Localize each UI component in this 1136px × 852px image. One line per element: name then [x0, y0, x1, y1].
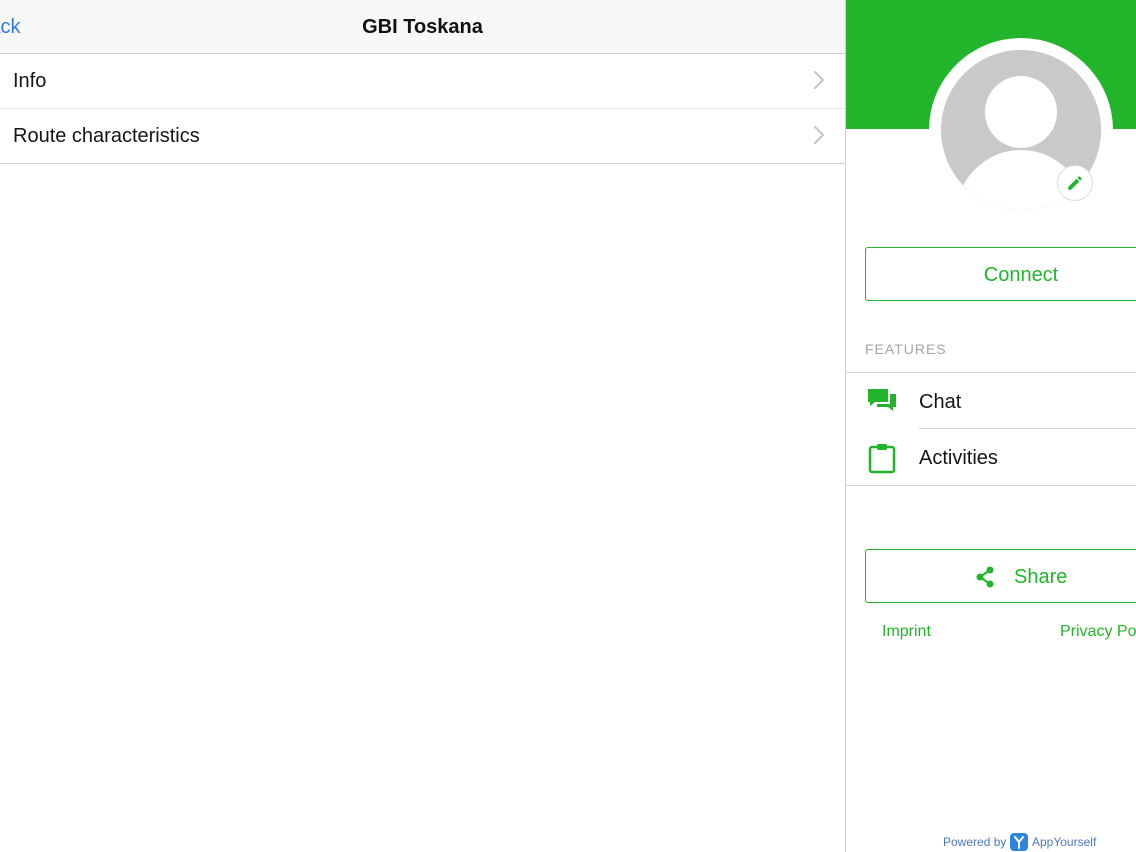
- features-section-header: FEATURES: [865, 341, 947, 357]
- appyourself-logo-icon: [1010, 833, 1028, 851]
- connect-label: Connect: [983, 264, 1059, 286]
- menu-item-label: Info: [13, 70, 47, 92]
- edit-avatar-button[interactable]: [1057, 165, 1093, 201]
- brand-name: AppYourself: [1032, 835, 1097, 849]
- pencil-icon: [1068, 176, 1082, 190]
- powered-by-text: Powered by: [943, 835, 1007, 849]
- profile-sidebar: Connect FEATURES Chat Activities Share I…: [846, 0, 1136, 852]
- clipboard-icon: [868, 444, 896, 474]
- navigation-bar: Back GBI Toskana: [0, 0, 845, 54]
- share-button[interactable]: Share: [865, 549, 1136, 603]
- feature-label: Chat: [919, 391, 962, 413]
- share-label: Share: [1014, 566, 1068, 588]
- menu-item-label: Route characteristics: [13, 125, 200, 147]
- feature-label: Activities: [919, 447, 998, 469]
- connect-button[interactable]: Connect: [865, 247, 1136, 301]
- app-screen: Back GBI Toskana Info Route characterist…: [0, 0, 1136, 852]
- share-icon: [976, 566, 994, 588]
- features-list: Chat Activities: [846, 372, 1136, 486]
- imprint-link[interactable]: Imprint: [882, 622, 931, 642]
- menu-item-info[interactable]: Info: [0, 54, 845, 108]
- chat-bubbles-icon: [868, 389, 896, 411]
- chevron-right-icon: [814, 71, 824, 89]
- detail-pane: Back GBI Toskana Info Route characterist…: [0, 0, 845, 852]
- menu-list: Info Route characteristics: [0, 54, 845, 164]
- privacy-policy-link[interactable]: Privacy Policy: [1060, 622, 1136, 642]
- page-title: GBI Toskana: [362, 16, 483, 38]
- feature-item-chat[interactable]: Chat: [846, 373, 1136, 428]
- feature-item-activities[interactable]: Activities: [846, 429, 1136, 484]
- chevron-right-icon: [814, 126, 824, 144]
- menu-item-route-characteristics[interactable]: Route characteristics: [0, 108, 845, 163]
